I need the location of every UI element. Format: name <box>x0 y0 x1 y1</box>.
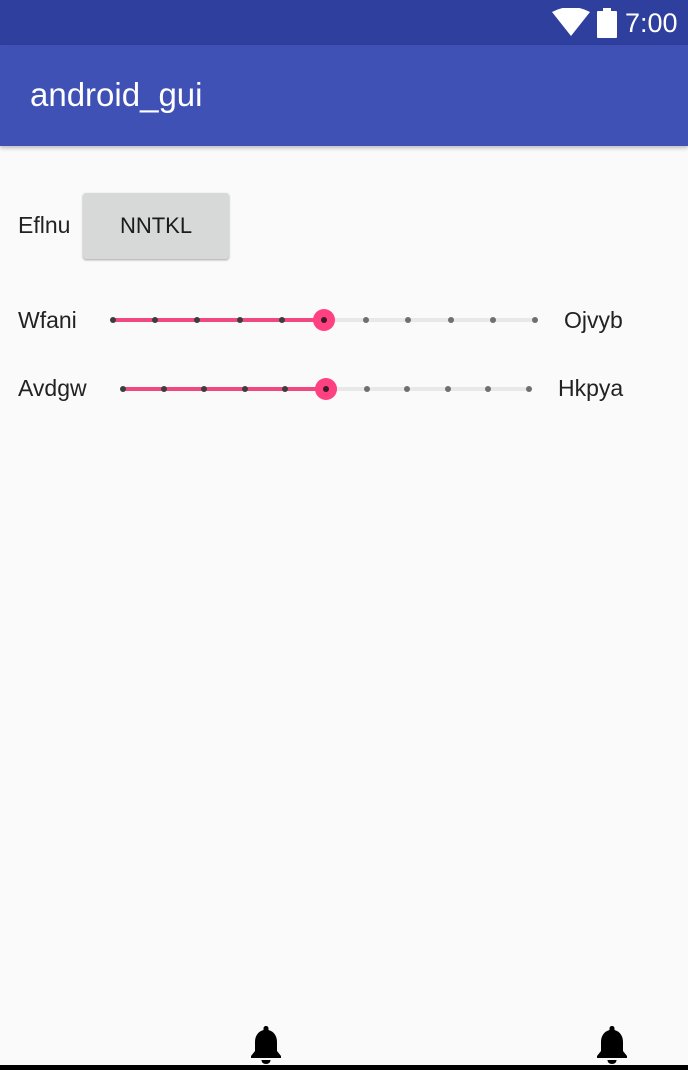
slider-tick <box>363 386 370 392</box>
slider-tick <box>201 386 208 392</box>
slider-tick <box>526 386 532 392</box>
slider2-left-label: Avdgw <box>18 375 87 401</box>
status-time: 7:00 <box>625 8 678 38</box>
slider-tick <box>236 317 243 323</box>
slider-tick <box>404 386 411 392</box>
slider-tick <box>152 317 159 323</box>
slider-tick <box>278 317 285 323</box>
slider-thumb[interactable] <box>313 309 335 331</box>
slider-thumb[interactable] <box>315 378 337 400</box>
slider-tick <box>489 317 496 323</box>
slider-tick <box>241 386 248 392</box>
slider-tick <box>532 317 538 323</box>
slider-tick <box>363 317 370 323</box>
slider-progress <box>123 387 326 391</box>
bottom-edge <box>0 1065 688 1070</box>
bell-icon[interactable] <box>250 1026 282 1064</box>
seek-bar-2[interactable] <box>120 374 532 404</box>
wifi-icon <box>552 8 590 36</box>
slider-tick <box>160 386 167 392</box>
seek-bar-1[interactable] <box>110 305 538 335</box>
slider-tick <box>405 317 412 323</box>
app-title: android_gui <box>30 76 203 113</box>
slider-tick <box>110 317 116 323</box>
slider-thumb-dot <box>323 386 329 392</box>
slider-tick <box>485 386 492 392</box>
slider-tick <box>282 386 289 392</box>
slider2-right-label: Hkpya <box>558 375 624 401</box>
slider-tick <box>120 386 126 392</box>
slider1-right-label: Ojvyb <box>564 307 623 333</box>
slider-thumb-dot <box>321 317 327 323</box>
slider-tick <box>447 317 454 323</box>
slider-tick <box>444 386 451 392</box>
status-bar: 7:00 <box>0 0 688 45</box>
bell-icon[interactable] <box>596 1026 628 1064</box>
app-bar: android_gui <box>0 45 688 146</box>
slider-tick <box>194 317 201 323</box>
battery-icon <box>597 8 617 38</box>
eflnu-label: Eflnu <box>18 212 71 238</box>
nntkl-button[interactable]: NNTKL <box>83 193 229 259</box>
slider-progress <box>113 318 324 322</box>
slider1-left-label: Wfani <box>18 307 77 333</box>
